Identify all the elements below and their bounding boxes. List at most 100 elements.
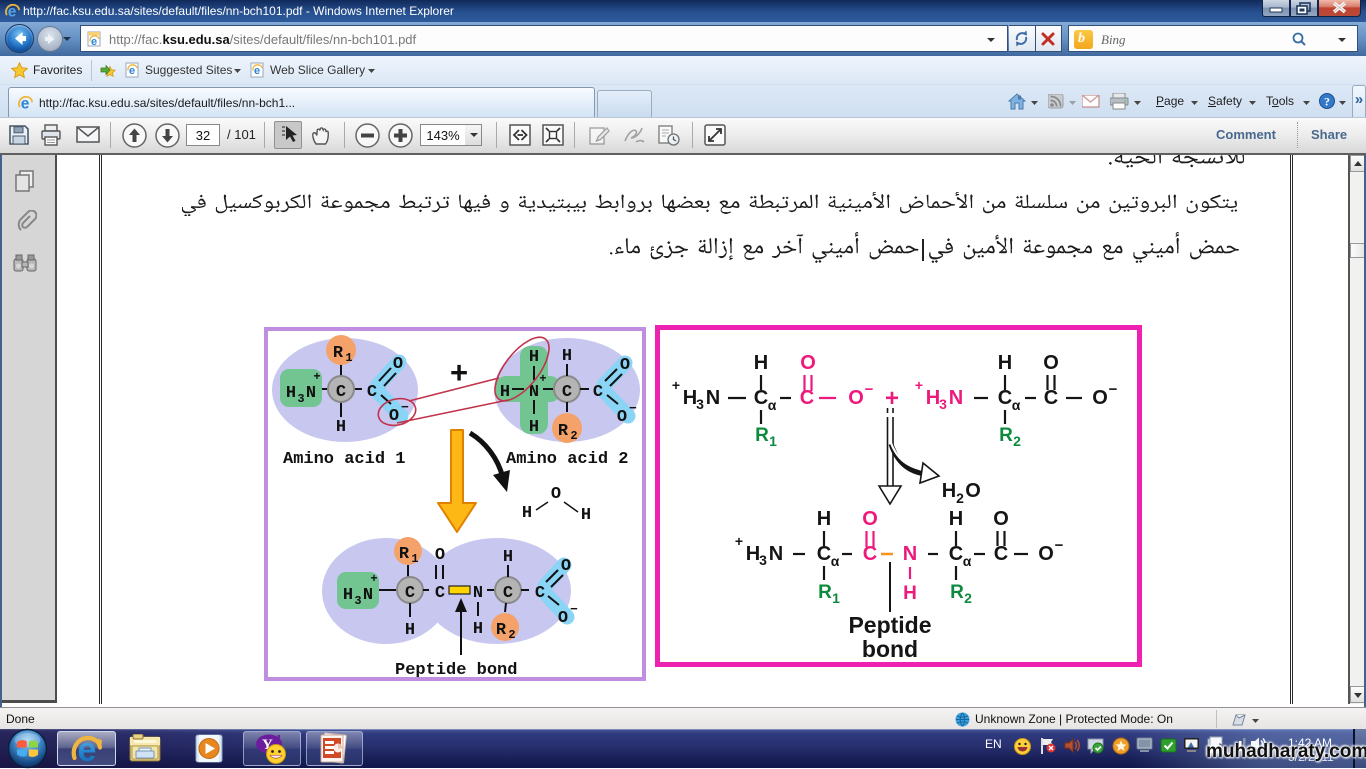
svg-text:1: 1 [345,351,352,365]
svg-text:O: O [848,387,864,409]
svg-text:bond: bond [862,636,918,662]
svg-text:C: C [535,584,545,603]
svg-text:H: H [529,348,539,367]
svg-text:R: R [558,422,569,441]
svg-text:−: − [570,602,578,617]
svg-text:α: α [1012,397,1021,413]
svg-text:C: C [863,543,877,565]
svg-text:−: − [401,400,409,415]
svg-text:1: 1 [832,590,840,606]
svg-text:Peptide: Peptide [848,612,931,638]
svg-text:R: R [755,425,769,446]
svg-text:O: O [1043,352,1059,374]
svg-text:N: N [706,387,720,409]
svg-text:2: 2 [956,490,964,506]
svg-text:C: C [503,584,513,603]
svg-text:1: 1 [411,552,418,566]
svg-text:R: R [950,582,964,603]
svg-text:H: H [286,384,296,403]
svg-text:O: O [862,508,878,530]
svg-text:R: R [999,425,1013,446]
svg-text:H: H [942,480,956,502]
svg-text:R: R [496,621,507,640]
svg-text:H: H [949,508,963,530]
svg-text:O: O [1092,387,1108,409]
svg-text:H: H [581,506,591,525]
svg-text:O: O [800,352,816,374]
svg-text:O: O [993,508,1009,530]
svg-text:α: α [963,553,972,569]
svg-text:3: 3 [297,392,304,406]
svg-text:O: O [561,557,571,576]
svg-text:C: C [405,584,415,603]
svg-text:+: + [735,533,743,549]
svg-text:e: e [254,65,260,77]
svg-text:+: + [885,385,899,412]
svg-text:H: H [343,586,353,605]
svg-text:2: 2 [508,628,515,642]
svg-text:e: e [129,65,135,77]
svg-text:3: 3 [354,594,361,608]
svg-text:N: N [363,586,373,605]
svg-text:3: 3 [759,552,767,568]
svg-text:C: C [817,543,831,565]
svg-text:C: C [593,383,603,402]
svg-text:R: R [818,582,832,603]
svg-text:H: H [336,418,346,437]
svg-text:H: H [998,352,1012,374]
svg-text:2: 2 [1013,433,1021,449]
svg-text:2: 2 [964,590,972,606]
svg-text:O: O [435,546,445,565]
svg-text:O: O [393,355,403,374]
svg-text:H: H [500,383,510,402]
svg-text:Amino acid 1: Amino acid 1 [283,450,405,469]
svg-text:R: R [333,344,344,363]
svg-text:2: 2 [570,429,577,443]
svg-text:H: H [405,621,415,640]
svg-text:N: N [473,584,483,603]
svg-text:C: C [754,387,768,409]
svg-text:C: C [949,543,963,565]
svg-text:O: O [620,356,630,375]
svg-text:C: C [1044,387,1058,409]
svg-text:H: H [926,387,940,409]
svg-text:N: N [769,543,783,565]
svg-text:O: O [551,485,561,504]
svg-text:H: H [529,418,539,437]
svg-text:+: + [370,572,377,586]
svg-text:C: C [998,387,1012,409]
svg-text:N: N [903,543,917,565]
svg-text:H: H [473,620,483,639]
svg-text:+: + [313,370,320,384]
svg-text:3: 3 [939,396,947,412]
svg-text:−: − [865,381,874,398]
svg-text:α: α [831,553,840,569]
svg-text:H: H [754,352,768,374]
svg-text:H: H [746,543,760,565]
svg-text:Peptide bond: Peptide bond [395,661,517,677]
svg-text:+: + [539,372,546,386]
svg-text:−: − [1109,381,1118,398]
svg-text:H: H [683,387,697,409]
svg-text:C: C [562,383,572,402]
svg-text:C: C [435,584,445,603]
svg-text:N: N [949,387,963,409]
svg-text:C: C [367,383,377,402]
svg-text:−: − [629,401,637,416]
svg-text:+: + [915,377,923,393]
svg-text:H: H [522,504,532,523]
svg-text:H: H [503,548,513,567]
svg-text:N: N [306,384,316,403]
svg-text:?: ? [1324,95,1330,109]
svg-text:O: O [558,609,568,628]
svg-text:H: H [817,508,831,530]
svg-text:+: + [672,377,680,393]
svg-text:H: H [903,583,917,604]
svg-text:e: e [91,36,97,47]
svg-text:O: O [617,408,627,427]
svg-text:O: O [1038,543,1054,565]
svg-text:R: R [399,545,410,564]
svg-text:Amino acid 2: Amino acid 2 [506,450,628,469]
svg-text:H: H [562,347,572,366]
svg-text:α: α [768,397,777,413]
